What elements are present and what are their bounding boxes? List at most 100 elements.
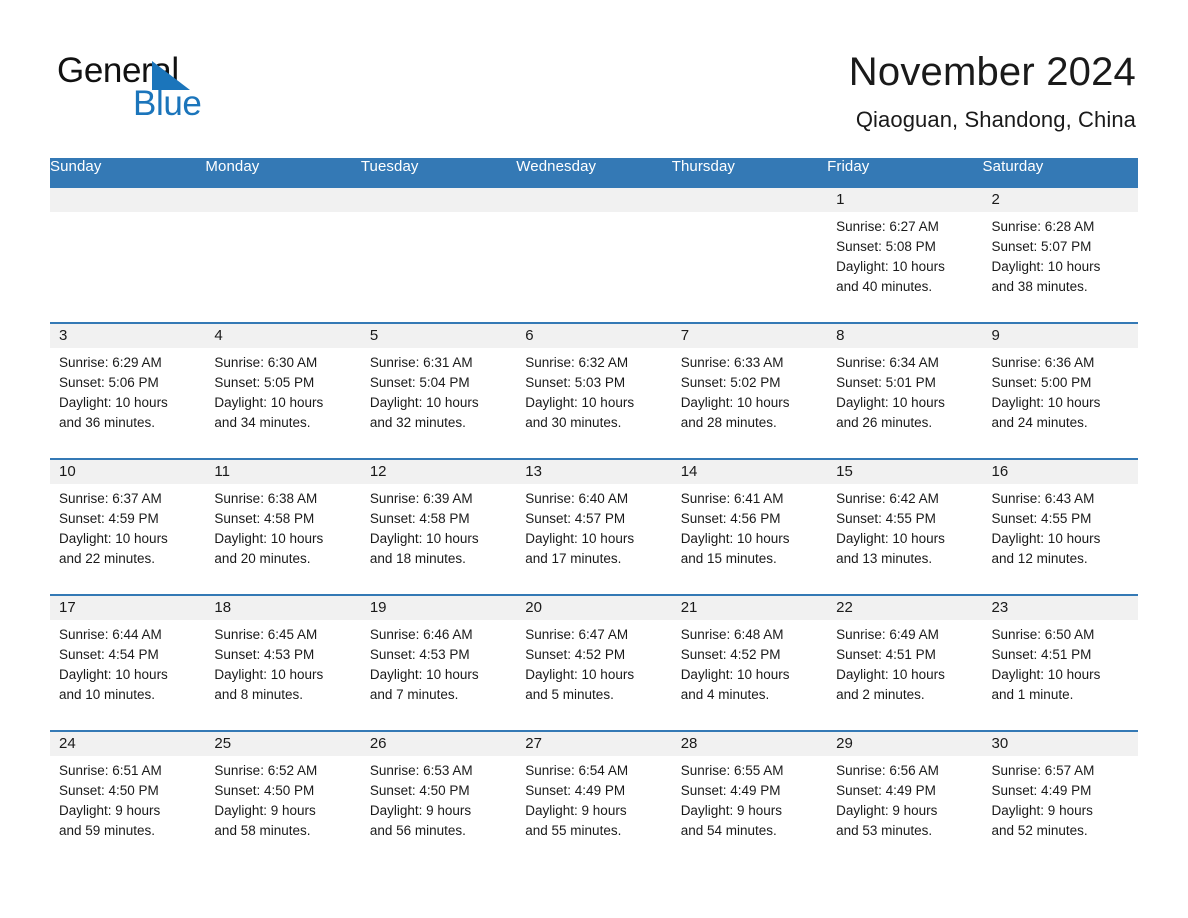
sunset-text: Sunset: 4:49 PM bbox=[525, 783, 626, 798]
sunset-text: Sunset: 4:53 PM bbox=[214, 647, 315, 662]
calendar-day-cell[interactable]: 2 Sunrise: 6:28 AM Sunset: 5:07 PM Daylight… bbox=[982, 188, 1138, 323]
sunrise-text: Sunrise: 6:56 AM bbox=[836, 763, 939, 778]
day-details: Sunrise: 6:38 AM Sunset: 4:58 PM Daylight:… bbox=[205, 484, 360, 569]
calendar-day-cell[interactable]: 19 Sunrise: 6:46 AM Sunset: 4:53 PM Dayligh… bbox=[360, 594, 517, 731]
sunset-text: Sunset: 5:06 PM bbox=[59, 375, 159, 390]
day-number: 19 bbox=[360, 596, 517, 620]
day-details: Sunrise: 6:54 AM Sunset: 4:49 PM Daylight:… bbox=[516, 756, 671, 841]
daylight-text-line1: Daylight: 9 hours bbox=[59, 803, 161, 818]
calendar-day-cell[interactable]: 5 Sunrise: 6:31 AM Sunset: 5:04 PM Daylight… bbox=[360, 322, 517, 459]
sunset-text: Sunset: 4:59 PM bbox=[59, 511, 159, 526]
sunset-text: Sunset: 5:03 PM bbox=[525, 375, 626, 390]
daylight-text-line2: and 12 minutes. bbox=[991, 551, 1088, 566]
sunrise-text: Sunrise: 6:54 AM bbox=[525, 763, 629, 778]
calendar-week-row: 3 Sunrise: 6:29 AM Sunset: 5:06 PM Daylight… bbox=[50, 322, 1138, 459]
sunrise-text: Sunrise: 6:47 AM bbox=[525, 627, 629, 642]
weekday-header-row: Sunday Monday Tuesday Wednesday Thursday… bbox=[50, 158, 1138, 188]
calendar-day-cell[interactable]: 26 Sunrise: 6:53 AM Sunset: 4:50 PM Dayligh… bbox=[360, 730, 517, 866]
daylight-text-line2: and 4 minutes. bbox=[680, 687, 770, 702]
calendar-day-cell[interactable]: 24 Sunrise: 6:51 AM Sunset: 4:50 PM Dayligh… bbox=[50, 730, 206, 866]
daylight-text-line1: Daylight: 10 hours bbox=[991, 395, 1101, 410]
day-number bbox=[50, 188, 206, 212]
sunrise-text: Sunrise: 6:48 AM bbox=[680, 627, 784, 642]
general-blue-logo: General Blue bbox=[57, 52, 327, 124]
daylight-text-line2: and 10 minutes. bbox=[59, 687, 156, 702]
calendar-day-cell[interactable]: 18 Sunrise: 6:45 AM Sunset: 4:53 PM Dayligh… bbox=[205, 594, 361, 731]
sunrise-text: Sunrise: 6:50 AM bbox=[991, 627, 1095, 642]
calendar-day-cell[interactable]: 16 Sunrise: 6:43 AM Sunset: 4:55 PM Dayligh… bbox=[982, 458, 1138, 595]
calendar-day-cell[interactable]: 4 Sunrise: 6:30 AM Sunset: 5:05 PM Daylight… bbox=[205, 322, 361, 459]
calendar-day-cell[interactable]: 28 Sunrise: 6:55 AM Sunset: 4:49 PM Dayligh… bbox=[671, 730, 828, 866]
day-details: Sunrise: 6:44 AM Sunset: 4:54 PM Daylight:… bbox=[50, 620, 205, 705]
calendar-day-cell[interactable]: 1 Sunrise: 6:27 AM Sunset: 5:08 PM Daylight… bbox=[827, 188, 983, 323]
sunrise-text: Sunrise: 6:29 AM bbox=[59, 355, 162, 370]
day-number: 5 bbox=[360, 324, 517, 348]
day-number bbox=[516, 188, 672, 212]
calendar-day-cell[interactable]: 8 Sunrise: 6:34 AM Sunset: 5:01 PM Daylight… bbox=[827, 322, 983, 459]
logo-text-blue: Blue bbox=[133, 84, 202, 123]
calendar-week-row: 1 Sunrise: 6:27 AM Sunset: 5:08 PM Daylight… bbox=[50, 188, 1138, 323]
calendar-day-cell[interactable]: 27 Sunrise: 6:54 AM Sunset: 4:49 PM Dayligh… bbox=[516, 730, 672, 866]
daylight-text-line2: and 5 minutes. bbox=[525, 687, 614, 702]
day-details: Sunrise: 6:27 AM Sunset: 5:08 PM Daylight:… bbox=[827, 212, 982, 297]
day-number bbox=[205, 188, 361, 212]
day-details: Sunrise: 6:49 AM Sunset: 4:51 PM Daylight:… bbox=[827, 620, 982, 705]
sunset-text: Sunset: 5:08 PM bbox=[836, 239, 936, 254]
day-number bbox=[671, 188, 828, 212]
daylight-text-line1: Daylight: 9 hours bbox=[214, 803, 316, 818]
calendar-day-cell[interactable]: 7 Sunrise: 6:33 AM Sunset: 5:02 PM Daylight… bbox=[671, 322, 828, 459]
calendar-day-cell[interactable]: 12 Sunrise: 6:39 AM Sunset: 4:58 PM Dayligh… bbox=[360, 458, 517, 595]
day-number: 15 bbox=[827, 460, 983, 484]
day-details: Sunrise: 6:39 AM Sunset: 4:58 PM Daylight:… bbox=[361, 484, 516, 569]
calendar-day-cell[interactable]: 21 Sunrise: 6:48 AM Sunset: 4:52 PM Dayligh… bbox=[671, 594, 828, 731]
calendar-day-cell[interactable]: 25 Sunrise: 6:52 AM Sunset: 4:50 PM Dayligh… bbox=[205, 730, 361, 866]
daylight-text-line1: Daylight: 10 hours bbox=[369, 531, 479, 546]
sunrise-text: Sunrise: 6:32 AM bbox=[525, 355, 629, 370]
daylight-text-line1: Daylight: 10 hours bbox=[525, 531, 635, 546]
day-number: 1 bbox=[827, 188, 983, 212]
day-number: 22 bbox=[827, 596, 983, 620]
daylight-text-line1: Daylight: 10 hours bbox=[214, 531, 324, 546]
calendar-day-cell[interactable]: 30 Sunrise: 6:57 AM Sunset: 4:49 PM Dayligh… bbox=[982, 730, 1138, 866]
calendar-day-cell[interactable]: 15 Sunrise: 6:42 AM Sunset: 4:55 PM Dayligh… bbox=[827, 458, 983, 595]
day-details: Sunrise: 6:36 AM Sunset: 5:00 PM Daylight:… bbox=[983, 348, 1138, 433]
sunrise-text: Sunrise: 6:42 AM bbox=[836, 491, 939, 506]
calendar-day-cell[interactable]: 20 Sunrise: 6:47 AM Sunset: 4:52 PM Dayligh… bbox=[516, 594, 672, 731]
calendar-day-cell[interactable]: 14 Sunrise: 6:41 AM Sunset: 4:56 PM Dayligh… bbox=[671, 458, 828, 595]
day-details: Sunrise: 6:30 AM Sunset: 5:05 PM Daylight:… bbox=[205, 348, 360, 433]
day-details: Sunrise: 6:52 AM Sunset: 4:50 PM Daylight:… bbox=[205, 756, 360, 841]
sunset-text: Sunset: 5:07 PM bbox=[991, 239, 1092, 254]
calendar-day-cell[interactable]: 22 Sunrise: 6:49 AM Sunset: 4:51 PM Dayligh… bbox=[827, 594, 983, 731]
calendar-day-cell[interactable]: 10 Sunrise: 6:37 AM Sunset: 4:59 PM Dayligh… bbox=[50, 458, 206, 595]
calendar-day-cell[interactable]: 17 Sunrise: 6:44 AM Sunset: 4:54 PM Dayligh… bbox=[50, 594, 206, 731]
sunrise-text: Sunrise: 6:41 AM bbox=[680, 491, 784, 506]
day-number: 23 bbox=[982, 596, 1138, 620]
daylight-text-line1: Daylight: 9 hours bbox=[991, 803, 1093, 818]
calendar-day-cell[interactable]: 29 Sunrise: 6:56 AM Sunset: 4:49 PM Dayligh… bbox=[827, 730, 983, 866]
calendar-day-cell[interactable]: 23 Sunrise: 6:50 AM Sunset: 4:51 PM Dayligh… bbox=[982, 594, 1138, 731]
daylight-text-line1: Daylight: 10 hours bbox=[836, 395, 945, 410]
day-details: Sunrise: 6:50 AM Sunset: 4:51 PM Daylight:… bbox=[983, 620, 1138, 705]
day-number: 16 bbox=[982, 460, 1138, 484]
daylight-text-line1: Daylight: 10 hours bbox=[214, 395, 324, 410]
sunset-text: Sunset: 5:00 PM bbox=[991, 375, 1092, 390]
daylight-text-line2: and 18 minutes. bbox=[369, 551, 466, 566]
day-number: 18 bbox=[205, 596, 361, 620]
day-number bbox=[360, 188, 517, 212]
calendar-day-cell[interactable]: 13 Sunrise: 6:40 AM Sunset: 4:57 PM Dayligh… bbox=[516, 458, 672, 595]
calendar-day-cell[interactable]: 11 Sunrise: 6:38 AM Sunset: 4:58 PM Dayligh… bbox=[205, 458, 361, 595]
calendar-day-cell[interactable]: 6 Sunrise: 6:32 AM Sunset: 5:03 PM Daylight… bbox=[516, 322, 672, 459]
sunrise-text: Sunrise: 6:55 AM bbox=[680, 763, 784, 778]
daylight-text-line1: Daylight: 10 hours bbox=[991, 667, 1101, 682]
daylight-text-line2: and 30 minutes. bbox=[525, 415, 622, 430]
calendar-day-cell[interactable]: 3 Sunrise: 6:29 AM Sunset: 5:06 PM Daylight… bbox=[50, 322, 206, 459]
calendar-day-cell[interactable]: 9 Sunrise: 6:36 AM Sunset: 5:00 PM Daylight… bbox=[982, 322, 1138, 459]
sunrise-text: Sunrise: 6:38 AM bbox=[214, 491, 318, 506]
calendar-grid: Sunday Monday Tuesday Wednesday Thursday… bbox=[50, 158, 1138, 866]
daylight-text-line2: and 53 minutes. bbox=[836, 823, 933, 838]
day-details: Sunrise: 6:29 AM Sunset: 5:06 PM Daylight:… bbox=[50, 348, 205, 433]
daylight-text-line1: Daylight: 10 hours bbox=[59, 395, 168, 410]
daylight-text-line2: and 58 minutes. bbox=[214, 823, 311, 838]
calendar-day-cell-empty bbox=[50, 188, 206, 323]
sunset-text: Sunset: 5:04 PM bbox=[369, 375, 470, 390]
